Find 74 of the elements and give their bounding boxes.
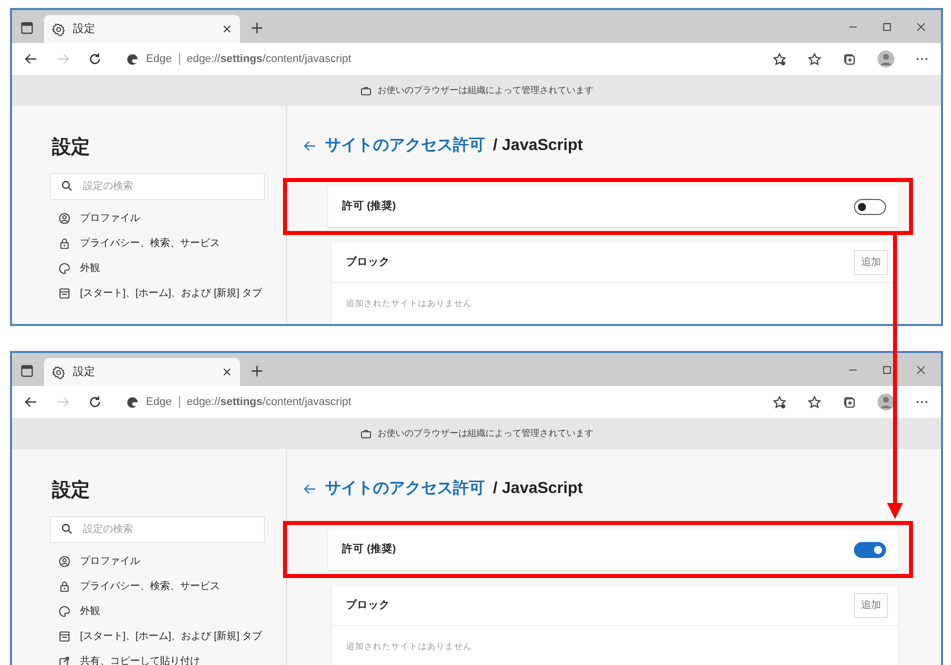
maximize-icon[interactable] (881, 364, 893, 376)
settings-icon (52, 22, 65, 36)
breadcrumb-link[interactable]: サイトのアクセス許可 (325, 134, 485, 158)
forward-icon (56, 395, 70, 409)
page-title: / JavaScript (493, 136, 583, 156)
share-icon (58, 654, 71, 665)
url-text[interactable]: edge://settings/content/javascript (186, 50, 352, 68)
empty-message: 追加されたサイトはありません (345, 640, 473, 653)
managed-notice: お使いのブラウザーは組織によって管理されています (378, 426, 594, 440)
search-field[interactable]: 設定の検索 (50, 172, 265, 200)
refresh-icon[interactable] (88, 52, 102, 66)
sidebar-item[interactable]: プロファイル (80, 210, 140, 226)
lock-icon (58, 236, 71, 250)
site-label: Edge (146, 52, 172, 67)
breadcrumb-link[interactable]: サイトのアクセス許可 (325, 477, 485, 501)
new-tab-icon[interactable] (250, 21, 264, 35)
sidebar-title: 設定 (52, 478, 91, 503)
add-favorite-icon[interactable] (772, 52, 787, 66)
toggle-switch[interactable] (854, 542, 886, 558)
collections-icon[interactable] (842, 52, 857, 66)
palette-icon (58, 604, 71, 618)
forward-icon (56, 52, 70, 66)
tab-title: 設定 (73, 364, 95, 380)
refresh-icon[interactable] (88, 395, 102, 409)
managed-notice: お使いのブラウザーは組織によって管理されています (378, 84, 594, 97)
back-icon[interactable] (24, 395, 38, 409)
setting-label: 許可 (推奨) (342, 542, 396, 558)
search-field[interactable]: 設定の検索 (50, 516, 265, 542)
window-icon (58, 630, 71, 642)
sidebar-title: 設定 (52, 136, 91, 160)
sidebar-item[interactable]: プロファイル (80, 554, 140, 568)
page-title: / JavaScript (493, 479, 583, 499)
toggle-switch[interactable] (854, 199, 886, 215)
profile-icon (58, 212, 71, 224)
avatar-icon[interactable] (877, 393, 895, 411)
section-title: ブロック (346, 254, 390, 270)
settings-icon (52, 366, 65, 378)
url-text[interactable]: edge://settings/content/javascript (186, 394, 352, 410)
collections-icon[interactable] (842, 394, 857, 410)
setting-label: 許可 (推奨) (342, 199, 396, 214)
sidebar-item[interactable]: 外観 (80, 260, 100, 276)
add-button[interactable]: 追加 (854, 250, 888, 275)
sidebar-item[interactable]: プライバシー、検索、サービス (80, 236, 220, 250)
tab-title: 設定 (73, 22, 95, 37)
favorites-icon[interactable] (807, 394, 822, 410)
add-button[interactable]: 追加 (854, 593, 888, 618)
palette-icon (58, 262, 71, 274)
maximize-icon[interactable] (881, 20, 893, 32)
briefcase-icon (360, 428, 372, 440)
section-title: ブロック (346, 598, 390, 613)
sidebar-item[interactable]: [スタート]、[ホーム]、および [新規] タブ (80, 286, 262, 300)
browser-logo-icon (126, 52, 139, 66)
avatar-icon[interactable] (877, 50, 895, 68)
favorites-icon[interactable] (807, 52, 822, 66)
browser-tab[interactable]: 設定 (44, 358, 240, 386)
sidebar-item[interactable]: 外観 (80, 604, 100, 618)
close-icon[interactable] (222, 367, 232, 377)
tab-actions-icon[interactable] (20, 364, 34, 378)
sidebar-item[interactable]: プライバシー、検索、サービス (80, 578, 220, 594)
briefcase-icon (360, 84, 372, 96)
site-label: Edge (146, 394, 172, 410)
close-icon[interactable] (222, 24, 232, 34)
add-favorite-icon[interactable] (772, 394, 787, 410)
new-tab-icon[interactable] (250, 364, 264, 378)
browser-logo-icon (126, 396, 139, 408)
back-icon[interactable] (24, 52, 38, 66)
browser-tab[interactable]: 設定 (44, 15, 240, 43)
sidebar-item[interactable]: [スタート]、[ホーム]、および [新規] タブ (80, 628, 262, 644)
sidebar-item[interactable]: 共有、コピーして貼り付け (80, 654, 200, 665)
profile-icon (58, 554, 71, 568)
tab-actions-icon[interactable] (20, 21, 34, 35)
lock-icon (58, 580, 71, 592)
window-icon (58, 286, 71, 300)
empty-message: 追加されたサイトはありません (345, 297, 473, 310)
